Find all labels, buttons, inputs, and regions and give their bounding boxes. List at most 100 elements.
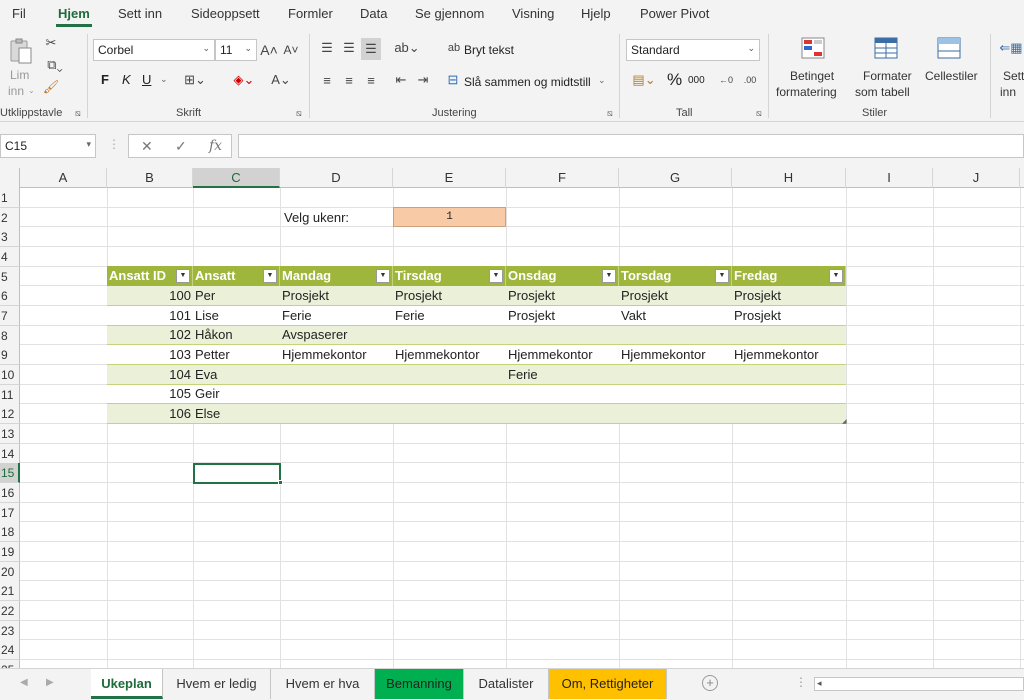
row-header-2[interactable]: 2 xyxy=(0,207,20,228)
table-cell-wed[interactable]: Hjemmekontor xyxy=(506,345,619,365)
underline-button[interactable]: U xyxy=(142,72,151,87)
menu-tab-review[interactable]: Se gjennom xyxy=(415,6,484,21)
row-header-23[interactable]: 23 xyxy=(0,620,20,641)
conditional-formatting-label[interactable]: Betinget xyxy=(790,68,834,84)
table-cell-fri[interactable]: Hjemmekontor xyxy=(732,345,846,365)
horizontal-scrollbar[interactable]: ◂ xyxy=(814,677,1024,691)
filter-dropdown-icon[interactable]: ▼ xyxy=(715,269,729,283)
menu-tab-view[interactable]: Visning xyxy=(512,6,554,21)
insert-cells-icon[interactable]: ⇐▦ xyxy=(998,36,1024,60)
chevron-down-icon[interactable]: ⌄ xyxy=(160,74,168,85)
prev-sheet-icon[interactable]: ◀ xyxy=(20,677,28,688)
align-middle-icon[interactable]: ☰ xyxy=(340,38,358,58)
conditional-formatting-label-2[interactable]: formatering xyxy=(776,84,837,100)
table-cell-fri[interactable] xyxy=(732,384,846,404)
table-cell-thu[interactable]: Hjemmekontor xyxy=(619,345,732,365)
column-header-e[interactable]: E xyxy=(393,168,506,188)
row-header-5[interactable]: 5 xyxy=(0,266,20,287)
clipboard-launcher-icon[interactable]: ⧅ xyxy=(75,108,81,119)
insert-function-icon[interactable]: fx xyxy=(209,138,222,154)
decrease-font-icon[interactable]: A˅ xyxy=(282,40,300,60)
table-cell-id[interactable]: 100 xyxy=(107,286,193,306)
table-cell-wed[interactable] xyxy=(506,325,619,345)
column-header-f[interactable]: F xyxy=(506,168,619,188)
decrease-decimal-icon[interactable]: .00 xyxy=(740,70,760,90)
add-sheet-icon[interactable]: + xyxy=(702,675,718,691)
table-cell-id[interactable]: 103 xyxy=(107,345,193,365)
bold-button[interactable]: F xyxy=(101,72,109,87)
sheet-tab-ukeplan[interactable]: Ukeplan xyxy=(91,669,163,699)
row-header-8[interactable]: 8 xyxy=(0,325,20,346)
table-cell-id[interactable]: 102 xyxy=(107,325,193,345)
table-cell-mon[interactable]: Prosjekt xyxy=(280,286,393,306)
row-header-16[interactable]: 16 xyxy=(0,483,20,504)
font-name-dropdown[interactable]: Corbel ⌄ xyxy=(93,39,215,61)
increase-font-icon[interactable]: A˄ xyxy=(260,40,278,60)
row-header-1[interactable]: 1 xyxy=(0,188,20,208)
align-bottom-icon[interactable]: ☰ xyxy=(361,38,381,60)
table-cell-thu[interactable]: Vakt xyxy=(619,306,732,326)
sheet-tab-bemanning[interactable]: Bemanning xyxy=(375,669,464,699)
row-header-17[interactable]: 17 xyxy=(0,502,20,523)
column-header-i[interactable]: I xyxy=(846,168,933,188)
italic-button[interactable]: K xyxy=(122,72,131,87)
row-header-15[interactable]: 15 xyxy=(0,463,20,484)
name-box[interactable]: C15 ▾ xyxy=(0,134,96,158)
align-top-icon[interactable]: ☰ xyxy=(318,38,336,58)
filter-dropdown-icon[interactable]: ▼ xyxy=(376,269,390,283)
week-input-cell[interactable]: 1 xyxy=(393,207,506,227)
table-cell-fri[interactable] xyxy=(732,325,846,345)
format-as-table-label[interactable]: Formater xyxy=(863,68,912,84)
table-cell-name[interactable]: Else xyxy=(193,404,280,424)
currency-icon[interactable]: ▤⌄ xyxy=(628,70,660,90)
table-cell-name[interactable]: Eva xyxy=(193,365,280,385)
table-resize-handle-icon[interactable]: ◢ xyxy=(842,418,847,425)
number-format-dropdown[interactable]: Standard ⌄ xyxy=(626,39,760,61)
menu-tab-help[interactable]: Hjelp xyxy=(581,6,611,21)
table-cell-fri[interactable] xyxy=(732,404,846,424)
cell-styles-icon[interactable] xyxy=(936,36,962,60)
table-cell-tue[interactable]: Prosjekt xyxy=(393,286,506,306)
align-left-icon[interactable]: ≡ xyxy=(318,70,336,90)
alignment-launcher-icon[interactable]: ⧅ xyxy=(607,108,613,119)
table-cell-mon[interactable]: Hjemmekontor xyxy=(280,345,393,365)
column-header-d[interactable]: D xyxy=(280,168,393,188)
merge-center-button[interactable]: Slå sammen og midtstill xyxy=(464,75,591,89)
table-cell-wed[interactable] xyxy=(506,404,619,424)
table-cell-tue[interactable] xyxy=(393,365,506,385)
table-cell-name[interactable]: Geir xyxy=(193,384,280,404)
insert-cells-label-2[interactable]: inn xyxy=(1000,84,1016,100)
merge-center-icon[interactable]: ⊟ xyxy=(444,70,462,90)
decrease-indent-icon[interactable]: ⇤ xyxy=(392,70,410,90)
chevron-down-icon[interactable]: ⌄ xyxy=(598,75,606,86)
next-sheet-icon[interactable]: ▶ xyxy=(46,677,54,688)
scroll-left-icon[interactable]: ◂ xyxy=(817,678,822,689)
select-all-corner[interactable] xyxy=(0,168,20,188)
menu-tab-file[interactable]: Fil xyxy=(12,6,26,21)
table-cell-wed[interactable]: Prosjekt xyxy=(506,286,619,306)
font-size-dropdown[interactable]: 11 ⌄ xyxy=(215,39,257,61)
table-cell-mon[interactable] xyxy=(280,384,393,404)
table-cell-name[interactable]: Lise xyxy=(193,306,280,326)
table-cell-fri[interactable]: Prosjekt xyxy=(732,286,846,306)
column-header-h[interactable]: H xyxy=(732,168,846,188)
cell-styles-label[interactable]: Cellestiler xyxy=(925,68,978,84)
row-header-12[interactable]: 12 xyxy=(0,404,20,425)
column-header-c[interactable]: C xyxy=(193,168,280,188)
format-painter-icon[interactable]: 🖌 xyxy=(42,78,60,96)
row-header-14[interactable]: 14 xyxy=(0,443,20,464)
insert-cells-label[interactable]: Sett xyxy=(1003,68,1024,84)
active-cell-c15[interactable] xyxy=(193,463,281,484)
sheet-tab-datalister[interactable]: Datalister xyxy=(464,669,549,699)
table-cell-mon[interactable]: Avspaserer xyxy=(280,325,393,345)
menu-tab-insert[interactable]: Sett inn xyxy=(118,6,162,21)
table-cell-thu[interactable] xyxy=(619,325,732,345)
table-cell-id[interactable]: 101 xyxy=(107,306,193,326)
menu-tab-page-layout[interactable]: Sideoppsett xyxy=(191,6,260,21)
sheet-tab-hvem-er-hva[interactable]: Hvem er hva xyxy=(271,669,375,699)
table-cell-id[interactable]: 104 xyxy=(107,365,193,385)
row-header-19[interactable]: 19 xyxy=(0,542,20,563)
menu-tab-home[interactable]: Hjem xyxy=(58,6,90,21)
row-header-13[interactable]: 13 xyxy=(0,424,20,445)
sheet-tab-hvem-er-ledig[interactable]: Hvem er ledig xyxy=(163,669,271,699)
